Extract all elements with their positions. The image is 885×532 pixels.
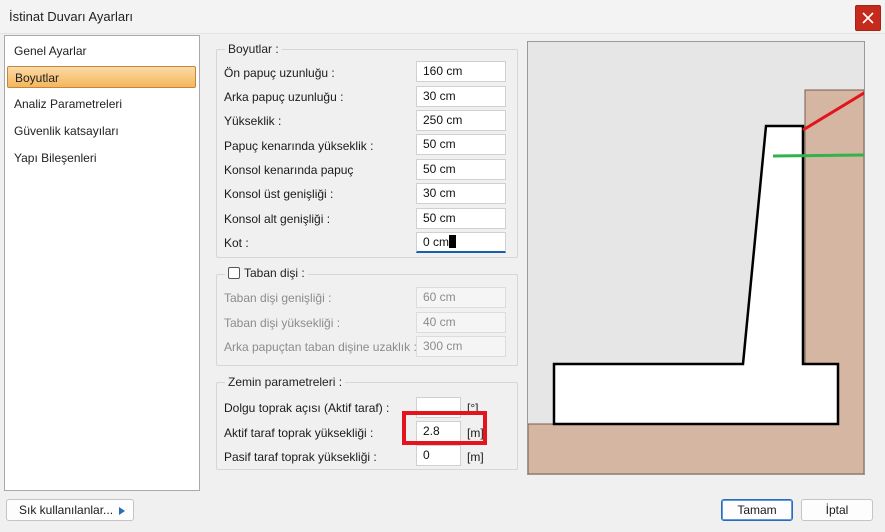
- back-toe-length-label: Arka papuç uzunluğu :: [224, 90, 344, 104]
- heel-checkbox[interactable]: [228, 267, 240, 279]
- highlight-box: [402, 411, 487, 445]
- window-title: İstinat Duvarı Ayarları: [9, 9, 134, 24]
- cancel-button[interactable]: İptal: [801, 499, 873, 521]
- sidebar-item-analysis[interactable]: Analiz Parametreleri: [7, 93, 196, 115]
- heel-distance-input[interactable]: 300 cm: [416, 336, 506, 357]
- backfill-angle-label: Dolgu toprak açısı (Aktif taraf) :: [224, 401, 390, 415]
- settings-sidebar: Genel Ayarlar Boyutlar Analiz Parametrel…: [4, 35, 200, 491]
- ok-button[interactable]: Tamam: [721, 499, 793, 521]
- heel-width-label: Taban dişi genişliği :: [224, 291, 332, 305]
- frequent-button[interactable]: Sık kullanılanlar...: [6, 499, 134, 521]
- heel-height-input[interactable]: 40 cm: [416, 312, 506, 333]
- stem-bottom-width-label: Konsol alt genişliği :: [224, 212, 331, 226]
- passive-soil-height-unit: [m]: [467, 450, 484, 464]
- stem-top-width-label: Konsol üst genişliği :: [224, 187, 334, 201]
- front-toe-length-label: Ön papuç uzunluğu :: [224, 66, 335, 80]
- close-icon: [862, 12, 874, 24]
- sidebar-item-components[interactable]: Yapı Bileşenleri: [7, 147, 196, 169]
- elevation-value: 0 cm: [423, 235, 450, 249]
- close-button[interactable]: [855, 5, 881, 31]
- title-bar: İstinat Duvarı Ayarları: [0, 0, 885, 34]
- stem-top-width-input[interactable]: 30 cm: [416, 183, 506, 204]
- text-caret: [449, 235, 457, 248]
- sidebar-item-safety[interactable]: Güvenlik katsayıları: [7, 120, 196, 142]
- sidebar-item-general[interactable]: Genel Ayarlar: [7, 40, 196, 62]
- wall-diagram: [527, 88, 870, 475]
- chevron-right-icon: [119, 507, 125, 515]
- soil-group-title: Zemin parametreleri :: [225, 375, 346, 389]
- back-toe-length-input[interactable]: 30 cm: [416, 86, 506, 107]
- dimensions-group-title: Boyutlar :: [225, 42, 282, 56]
- wall-preview: [527, 41, 870, 475]
- passive-soil-height-input[interactable]: 0: [416, 445, 461, 466]
- retaining-wall: [552, 124, 840, 426]
- stem-bottom-width-input[interactable]: 50 cm: [416, 208, 506, 229]
- elevation-input[interactable]: 0 cm: [416, 232, 506, 253]
- toe-edge-height-input[interactable]: 50 cm: [416, 134, 506, 155]
- heel-height-label: Taban dişi yüksekliği :: [224, 316, 341, 330]
- soil-level-line: [772, 153, 870, 158]
- heel-distance-label: Arka papuçtan taban dişine uzaklık :: [224, 340, 417, 354]
- height-label: Yükseklik :: [224, 114, 282, 128]
- heel-width-input[interactable]: 60 cm: [416, 287, 506, 308]
- toe-edge-height-label: Papuç kenarında yükseklik :: [224, 139, 374, 153]
- height-input[interactable]: 250 cm: [416, 110, 506, 131]
- stem-edge-toe-input[interactable]: 50 cm: [416, 159, 506, 180]
- active-soil-height-label: Aktif taraf toprak yüksekliği :: [224, 426, 374, 440]
- heel-group-title: Taban dişi :: [244, 266, 305, 280]
- heel-group-header: Taban dişi :: [225, 266, 308, 280]
- front-toe-length-input[interactable]: 160 cm: [416, 61, 506, 82]
- passive-soil-height-label: Pasif taraf toprak yüksekliği :: [224, 450, 377, 464]
- sidebar-item-dimensions[interactable]: Boyutlar: [7, 66, 196, 88]
- stem-edge-toe-label: Konsol kenarında papuç: [224, 163, 354, 177]
- elevation-label: Kot :: [224, 236, 249, 250]
- frequent-label: Sık kullanılanlar...: [19, 503, 114, 517]
